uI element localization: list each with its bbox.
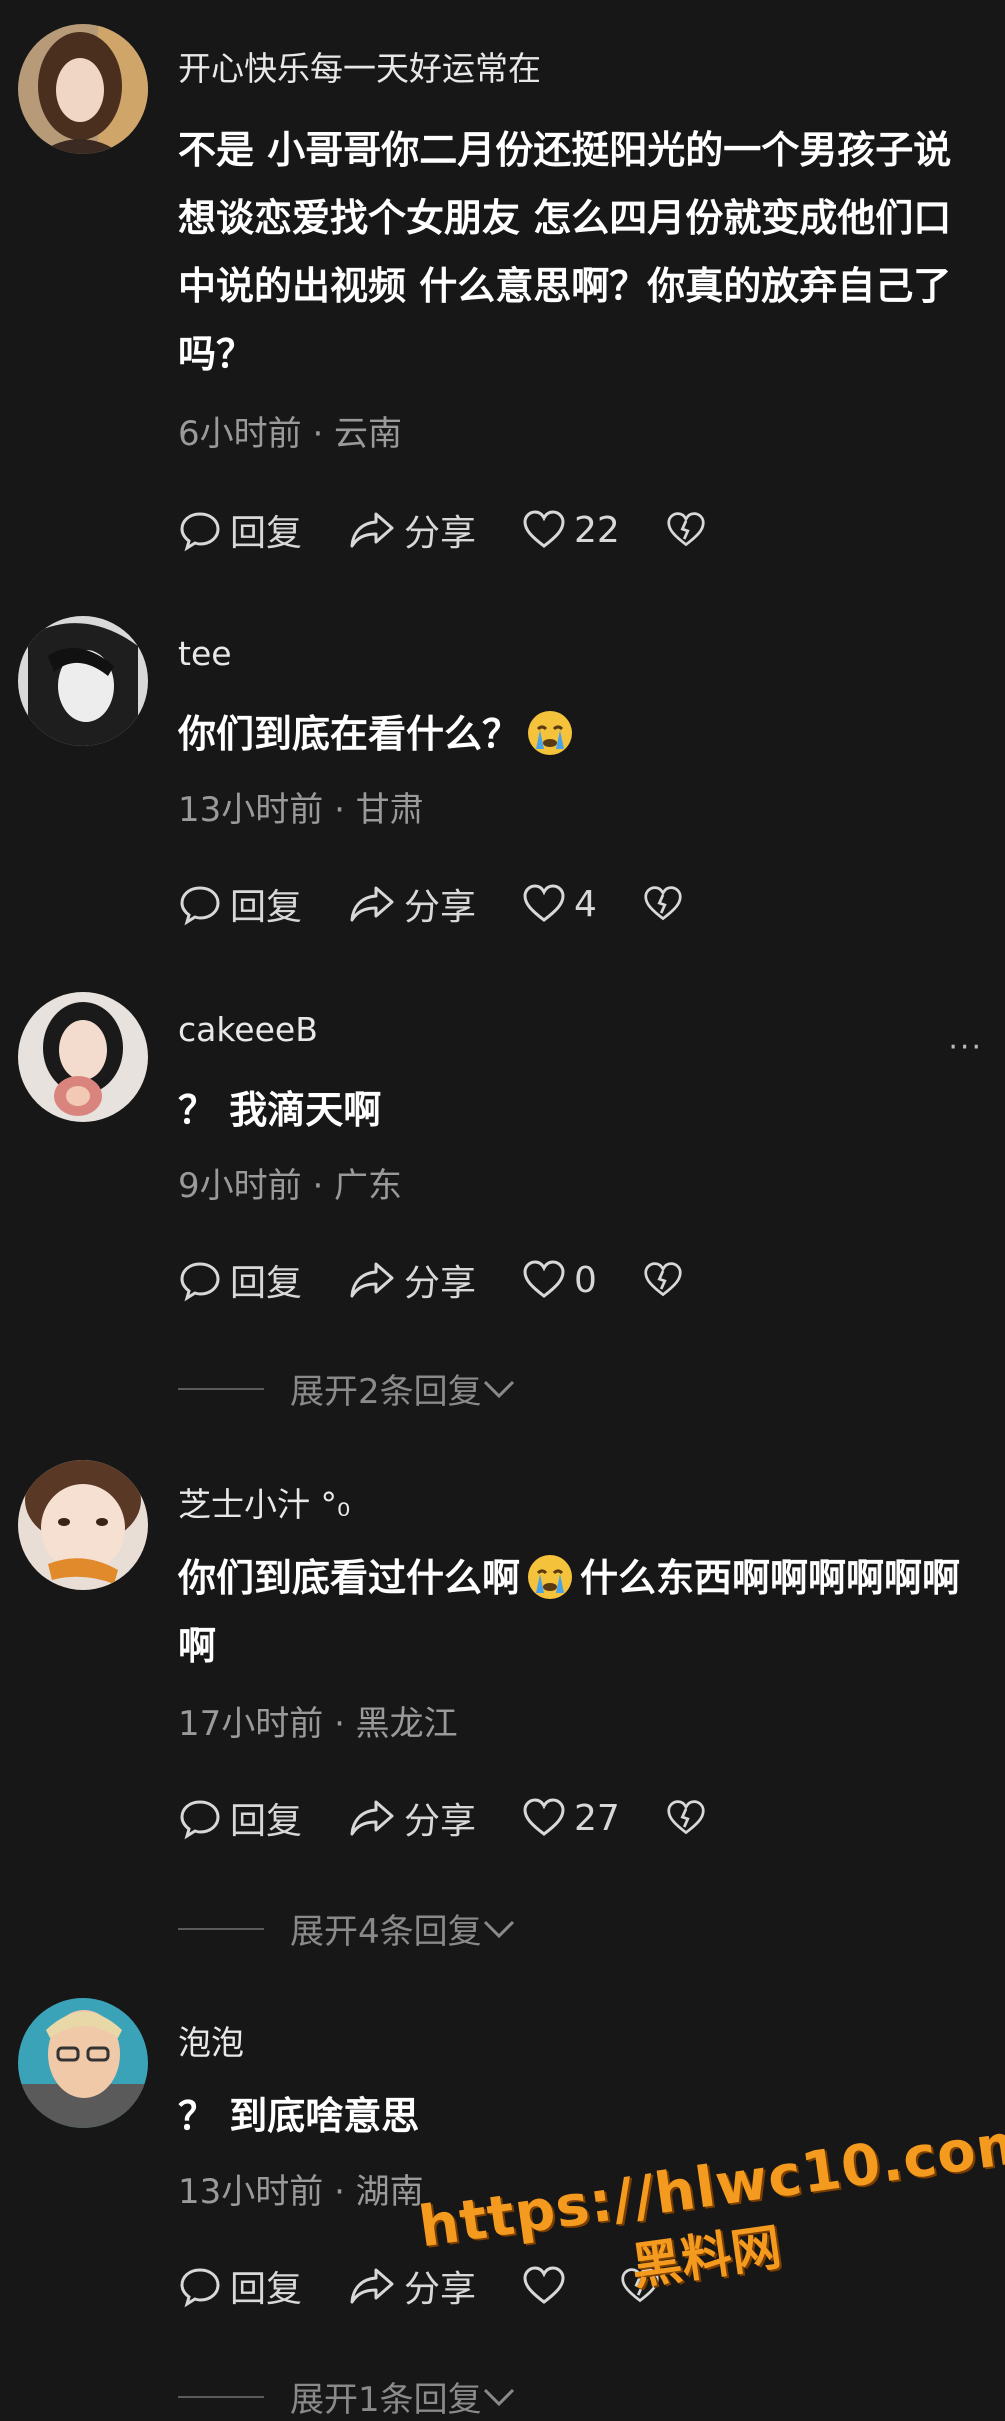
avatar[interactable] [18,1998,148,2128]
avatar[interactable] [18,1460,148,1590]
dislike-button[interactable] [666,1799,714,1837]
comment-actions: 回复 分享 0 [178,1252,737,1308]
share-label: 分享 [404,1801,477,1842]
divider-line [178,2395,264,2398]
dislike-button[interactable] [643,1261,691,1299]
comment-username[interactable]: 开心快乐每一天好运常在 [178,42,541,90]
comment-meta: 17小时前 · 黑龙江 [178,1704,458,1744]
like-button[interactable]: 0 [522,1260,597,1301]
comment-actions: 回复 分享 22 [178,502,760,558]
broken-heart-icon [667,1800,705,1835]
comment-meta: 13小时前 · 甘肃 [178,790,424,830]
reply-bubble-icon [180,1800,220,1840]
share-button[interactable]: 分享 [348,504,476,556]
comment-actions: 回复 分享 27 [178,1790,760,1846]
reply-bubble-icon [180,886,220,926]
comment-text: ？ 我滴天啊 [178,1088,382,1132]
heart-icon [523,1798,565,1836]
comment-text: 不是 小哥哥你二月份还挺阳光的一个男孩子说想谈恋爱找个女朋友 怎么四月份就变成他… [178,128,952,376]
chevron-down-icon [483,1920,514,1938]
chevron-down-icon [483,1380,514,1398]
expand-replies-label: 展开4条回复 [290,1912,482,1952]
like-count: 0 [574,1259,597,1301]
share-label: 分享 [404,887,477,928]
share-button[interactable]: 分享 [348,1792,476,1844]
like-count: 22 [574,509,620,551]
avatar[interactable] [18,616,148,746]
broken-heart-icon [644,886,682,921]
comment-meta: 13小时前 · 湖南 [178,2172,424,2212]
reply-button[interactable]: 回复 [178,504,302,556]
reply-label: 回复 [230,1263,303,1304]
chevron-down-icon [483,2388,514,2406]
comment-username[interactable]: tee [178,634,232,673]
reply-button[interactable]: 回复 [178,878,302,930]
broken-heart-icon [644,1262,682,1297]
comment-text: 你们到底看过什么啊 什么东西啊啊啊啊啊啊啊 [178,1544,988,1680]
like-count: 27 [574,1797,620,1839]
share-label: 分享 [404,513,477,554]
comment-username[interactable]: 芝士小汁 °₀ [178,1478,350,1526]
comment-text: 你们到底在看什么？ [178,700,988,768]
heart-icon [523,884,565,922]
share-arrow-icon [350,512,394,548]
share-arrow-icon [350,1262,394,1298]
comment-meta: 6小时前 · 云南 [178,414,403,454]
expand-replies-button[interactable]: 展开1条回复 [178,2372,516,2421]
like-button[interactable]: 4 [522,884,597,925]
reply-button[interactable]: 回复 [178,1254,302,1306]
comment-text-body: 你们到底在看什么？ [178,712,521,756]
comment-meta: 9小时前 · 广东 [178,1166,403,1206]
avatar[interactable] [18,992,148,1122]
crying-face-emoji-icon [528,710,573,755]
comment-username[interactable]: cakeeeB [178,1010,318,1049]
more-options-icon[interactable]: ··· [948,1030,983,1065]
dislike-button[interactable] [643,885,691,923]
broken-heart-icon [667,512,705,547]
share-arrow-icon [350,886,394,922]
comment-text-part: 你们到底看过什么啊 [178,1556,521,1600]
reply-label: 回复 [230,1801,303,1842]
reply-label: 回复 [230,887,303,928]
share-arrow-icon [350,1800,394,1836]
reply-button[interactable]: 回复 [178,1792,302,1844]
comment-actions: 回复 分享 4 [178,876,737,932]
expand-replies-button[interactable]: 展开4条回复 [178,1904,516,1953]
heart-icon [523,510,565,548]
dislike-button[interactable] [666,511,714,549]
share-button[interactable]: 分享 [348,878,476,930]
like-button[interactable]: 22 [522,510,620,551]
heart-icon [523,1260,565,1298]
share-label: 分享 [404,1263,477,1304]
share-arrow-icon [350,2268,394,2304]
share-button[interactable]: 分享 [348,1254,476,1306]
expand-replies-label: 展开2条回复 [290,1372,482,1412]
avatar[interactable] [18,24,148,154]
crying-face-emoji-icon [528,1554,573,1599]
reply-bubble-icon [180,1262,220,1302]
expand-replies-label: 展开1条回复 [290,2380,482,2420]
divider-line [178,1927,264,1930]
reply-bubble-icon [180,512,220,552]
reply-label: 回复 [230,2269,303,2310]
reply-bubble-icon [180,2268,220,2308]
reply-label: 回复 [230,513,303,554]
divider-line [178,1387,264,1390]
like-button[interactable]: 27 [522,1798,620,1839]
like-count: 4 [574,883,597,925]
comment-username[interactable]: 泡泡 [178,2016,244,2064]
expand-replies-button[interactable]: 展开2条回复 [178,1364,516,1413]
reply-button[interactable]: 回复 [178,2260,302,2312]
